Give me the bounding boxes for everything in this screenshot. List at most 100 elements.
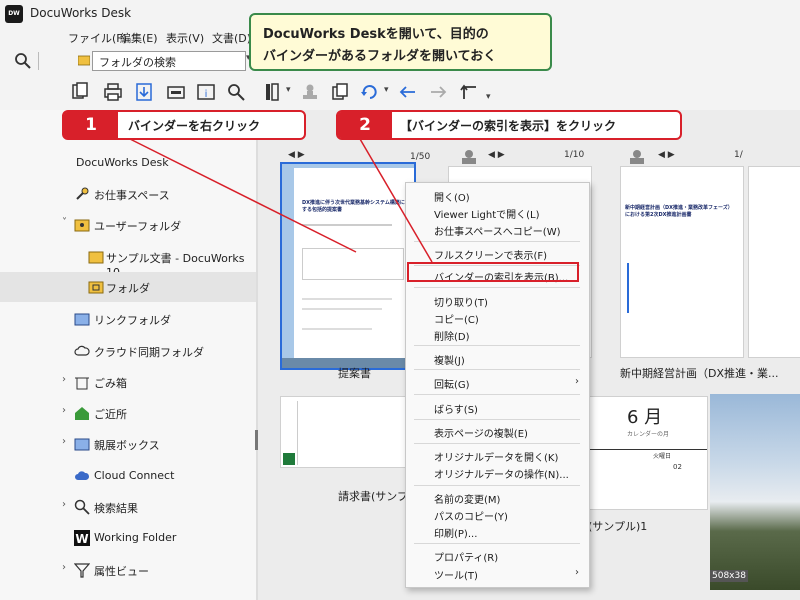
sidebar-item-search-results[interactable]: › 検索結果 [0,492,256,522]
divider [38,52,39,70]
menu-item-copy-to-workspace[interactable]: お仕事スペースへコピー(W) [434,223,561,238]
sidebar-item-trash[interactable]: › ごみ箱 [0,367,256,397]
divider [589,449,707,450]
divider [302,298,392,300]
menu-item-open-original[interactable]: オリジナルデータを開く(K) [434,449,558,464]
menu-file[interactable]: ファイル(F) [68,30,127,46]
menu-item-original-operations[interactable]: オリジナルデータの操作(N)... [434,466,569,481]
up-folder-icon[interactable] [460,82,480,102]
chevron-right-icon[interactable]: › [62,374,66,385]
info-icon[interactable]: i [196,82,216,102]
print-icon[interactable] [103,82,123,102]
menu-item-tools[interactable]: ツール(T) [434,567,478,582]
text-block [302,248,404,280]
sidebar-item-cloud-connect[interactable]: Cloud Connect [0,461,256,491]
sidebar-item-sample-docs[interactable]: サンプル文書 - DocuWorks 10 [0,242,256,279]
menu-document[interactable]: 文書(D) [212,30,251,46]
callout-text-line2: バインダーがあるフォルダを開いておく [263,49,497,64]
sidebar-item-user-folder[interactable]: ˅ ユーザーフォルダ [0,210,256,240]
chevron-right-icon[interactable]: › [62,562,66,573]
sidebar-item-label: リンクフォルダ [94,314,171,327]
page-prev-icon[interactable]: ◀ ▶ [488,150,505,160]
menu-item-print[interactable]: 印刷(P)... [434,525,477,540]
thumbnail-caption[interactable]: 提案書 [338,365,371,381]
chevron-down-icon[interactable]: ˅ [62,217,67,228]
document-thumbnail[interactable]: 新中期経営計画（DX推進・業務改革フェーズ）における第2次DX推進計画書 [620,166,744,358]
chevron-down-icon[interactable]: ▾ [384,85,389,95]
page-prev-icon[interactable]: ◀ ▶ [658,150,675,160]
chevron-right-icon: › [575,376,579,387]
divider [302,308,382,310]
search-icon[interactable] [14,52,32,70]
sidebar-item-confidential-box[interactable]: › 親展ボックス [0,429,256,459]
menu-view[interactable]: 表示(V) [166,30,204,46]
menu-item-rename[interactable]: 名前の変更(M) [434,491,500,506]
download-icon[interactable] [134,82,154,102]
photo-thumbnail[interactable]: 508x38 [710,394,800,590]
chevron-right-icon[interactable]: › [62,405,66,416]
workspace-icon [76,187,89,200]
copy-page-icon[interactable] [70,82,90,102]
calendar-thumbnail[interactable]: 6 月 カレンダーの月 火曜日 02 [588,396,708,510]
chevron-down-icon[interactable]: ▾ [286,85,291,95]
menu-item-rotate[interactable]: 回転(G) [434,376,470,391]
scan-icon[interactable] [166,82,186,102]
back-arrow-icon[interactable] [398,82,418,102]
binder-icon[interactable] [262,82,282,102]
sidebar-item-cloud-sync[interactable]: クラウド同期フォルダ [0,336,256,366]
copy-icon[interactable] [330,82,350,102]
page-prev-icon[interactable]: ◀ ▶ [288,150,305,160]
forward-arrow-icon[interactable] [428,82,448,102]
menu-item-copy[interactable]: コピー(C) [434,311,479,326]
step2-text: 【バインダーの索引を表示】をクリック [400,119,617,133]
menu-item-duplicate[interactable]: 複製(J) [434,352,465,367]
document-title: 新中期経営計画（DX推進・業務改革フェーズ）における第2次DX推進計画書 [625,205,733,218]
stamp-icon[interactable] [300,82,320,102]
folder-icon [74,219,90,232]
zoom-icon[interactable] [226,82,246,102]
clip-icon [462,150,476,164]
menu-item-duplicate-page[interactable]: 表示ページの複製(E) [434,425,528,440]
menu-item-fullscreen[interactable]: フルスクリーンで表示(F) [434,247,547,262]
sidebar-item-attribute-view[interactable]: › 属性ビュー [0,555,256,585]
divider [414,241,580,242]
search-input-value: フォルダの検索 [99,56,176,69]
sidebar-item-working-folder[interactable]: W Working Folder [0,523,256,553]
menu-item-open[interactable]: 開く(O) [434,189,470,204]
sidebar-item-folder[interactable]: フォルダ [0,272,256,302]
binder-thumbnail[interactable]: DX推進に伴う次世代業務基幹システム構築に関する包括的提案書 [280,162,416,370]
chevron-down-icon[interactable]: ▾ [486,92,491,102]
sidebar-item-label: Cloud Connect [94,469,175,482]
thumbnail-caption[interactable]: 新中期経営計画（DX推進・業... [620,365,779,381]
menu-edit[interactable]: 編集(E) [120,30,158,46]
menu-item-properties[interactable]: プロパティ(R) [434,549,498,564]
folder-icon [78,55,90,66]
menu-item-delete[interactable]: 削除(D) [434,328,470,343]
sidebar-item-docuworks-desk[interactable]: DocuWorks Desk [0,148,256,178]
sidebar-item-neighborhood[interactable]: › ご近所 [0,398,256,428]
step2-callout: 2 【バインダーの索引を表示】をクリック [336,110,682,140]
svg-text:i: i [205,89,208,100]
step1-text: バインダーを右クリック [128,119,261,133]
menu-item-open-viewer-light[interactable]: Viewer Lightで開く(L) [434,206,540,221]
filter-icon [74,563,90,578]
rotate-icon[interactable] [360,82,380,102]
chevron-right-icon[interactable]: › [62,499,66,510]
day-number: 02 [673,463,682,471]
search-input[interactable]: フォルダの検索 [92,51,246,71]
divider [414,485,580,486]
text-block [627,263,729,313]
folder-icon [88,281,104,294]
chevron-right-icon[interactable]: › [62,436,66,447]
menu-item-copy-path[interactable]: パスのコピー(Y) [434,508,508,523]
document-thumbnail[interactable] [748,166,800,358]
thumbnail-caption[interactable]: (サンプル)1 [588,518,647,534]
menu-item-cut[interactable]: 切り取り(T) [434,294,488,309]
page-counter: 1/50 [410,152,431,162]
sidebar-item-label: ごみ箱 [94,377,127,390]
weekday-label: 火曜日 [653,453,672,460]
sidebar-item-link-folder[interactable]: リンクフォルダ [0,304,256,334]
document-thumbnail[interactable] [280,396,410,468]
menu-item-unbind[interactable]: ばらす(S) [434,401,478,416]
sidebar-item-workspace[interactable]: お仕事スペース [0,179,256,209]
